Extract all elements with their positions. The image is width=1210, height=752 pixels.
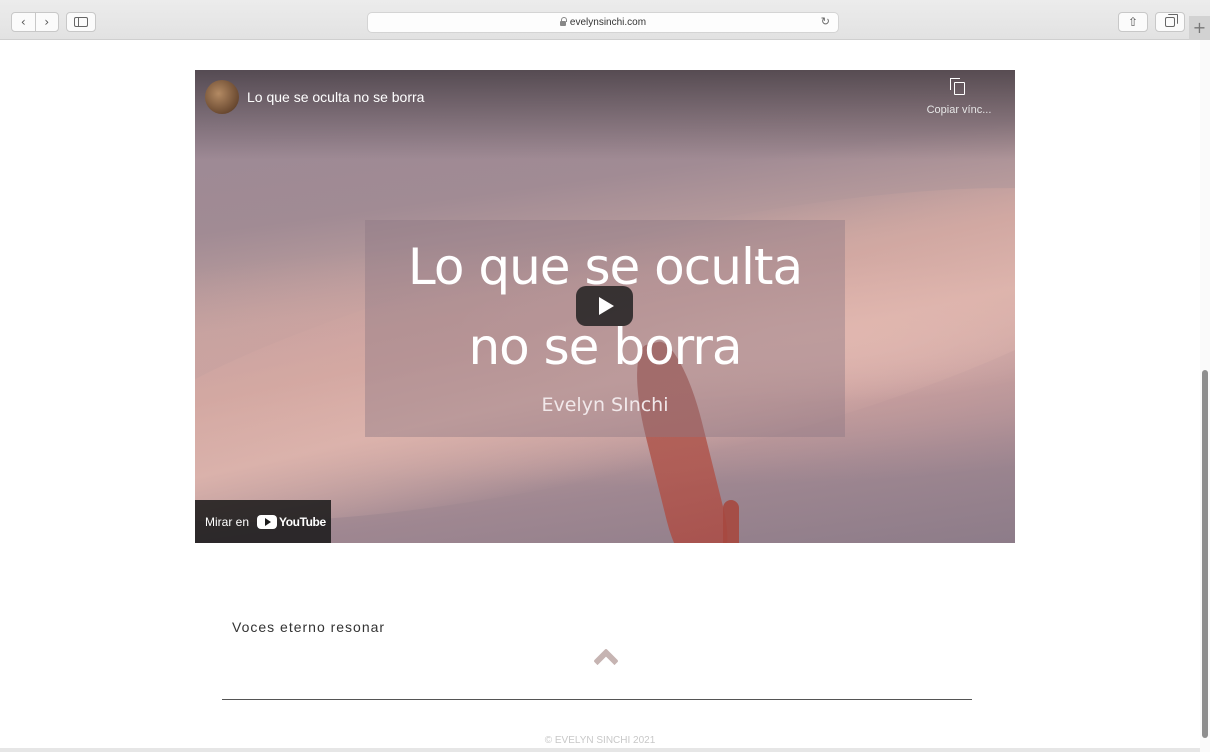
copy-icon <box>949 78 965 95</box>
play-icon <box>598 297 614 315</box>
new-tab-button[interactable]: + <box>1189 16 1210 40</box>
title-card-line2: no se borra <box>468 318 742 376</box>
youtube-embed[interactable]: Lo que se oculta no se borra Copiar vínc… <box>195 70 1015 543</box>
youtube-play-icon <box>257 514 278 529</box>
video-thumbnail-drip <box>723 500 739 543</box>
url-text: evelynsinchi.com <box>569 17 647 28</box>
forward-button[interactable]: › <box>34 13 59 31</box>
watch-on-youtube-button[interactable]: Mirar en YouTube <box>195 500 331 543</box>
scrollbar-thumb[interactable] <box>1202 370 1208 738</box>
chevron-up-icon <box>593 648 619 674</box>
video-title[interactable]: Lo que se oculta no se borra <box>247 89 424 105</box>
youtube-logo: YouTube <box>257 514 326 529</box>
channel-avatar[interactable] <box>205 80 239 114</box>
back-to-top-button[interactable] <box>591 646 621 674</box>
copy-link-label: Copiar vínc... <box>926 104 992 116</box>
nav-buttons: ‹ › <box>11 12 59 32</box>
window-bottom-edge <box>0 748 1200 752</box>
address-bar[interactable]: evelynsinchi.com ↻ <box>367 12 839 33</box>
lock-icon <box>559 17 567 26</box>
section-text: Voces eterno resonar <box>232 619 386 635</box>
sidebar-toggle-button[interactable] <box>66 12 96 32</box>
sidebar-icon <box>74 17 88 27</box>
footer-copyright: © EVELYN SINCHI 2021 <box>544 735 656 746</box>
copy-link-button[interactable]: Copiar vínc... <box>919 78 999 116</box>
browser-toolbar: ‹ › evelynsinchi.com ↻ ⇧ + <box>0 0 1210 40</box>
reload-button[interactable]: ↻ <box>821 15 830 28</box>
share-button[interactable]: ⇧ <box>1118 12 1148 32</box>
share-icon: ⇧ <box>1127 15 1139 29</box>
footer-divider <box>222 699 972 700</box>
watch-on-label: Mirar en <box>205 514 250 529</box>
video-title-card: Lo que se oculta no se borra Evelyn SInc… <box>365 220 845 437</box>
youtube-wordmark: YouTube <box>279 514 326 529</box>
title-card-author: Evelyn SInchi <box>541 394 669 416</box>
video-top-gradient <box>195 70 1015 160</box>
back-button[interactable]: ‹ <box>12 13 35 31</box>
show-tabs-button[interactable] <box>1155 12 1185 32</box>
tabs-icon <box>1165 14 1178 27</box>
play-button[interactable] <box>576 286 633 326</box>
